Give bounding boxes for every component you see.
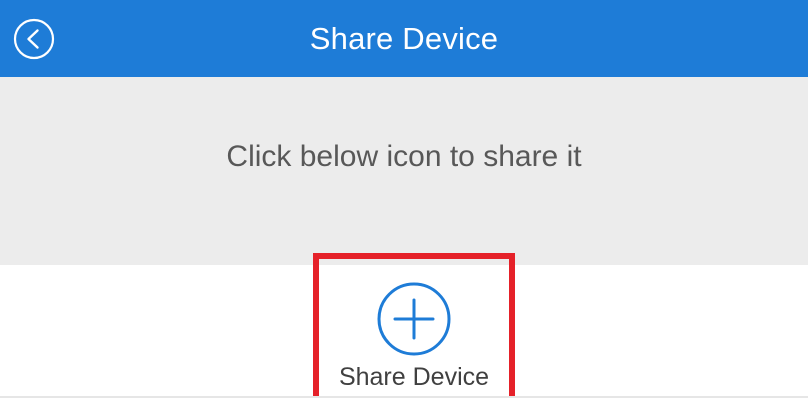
app-bar: Share Device (0, 0, 808, 77)
instruction-text: Click below icon to share it (226, 140, 582, 173)
instruction-panel: Click below icon to share it (0, 77, 808, 265)
share-device-screen: Share Device Click below icon to share i… (0, 0, 808, 398)
plus-circle-icon (375, 280, 453, 358)
page-title: Share Device (309, 21, 499, 56)
share-device-label: Share Device (338, 363, 490, 391)
share-device-button[interactable]: Share Device (320, 270, 508, 398)
